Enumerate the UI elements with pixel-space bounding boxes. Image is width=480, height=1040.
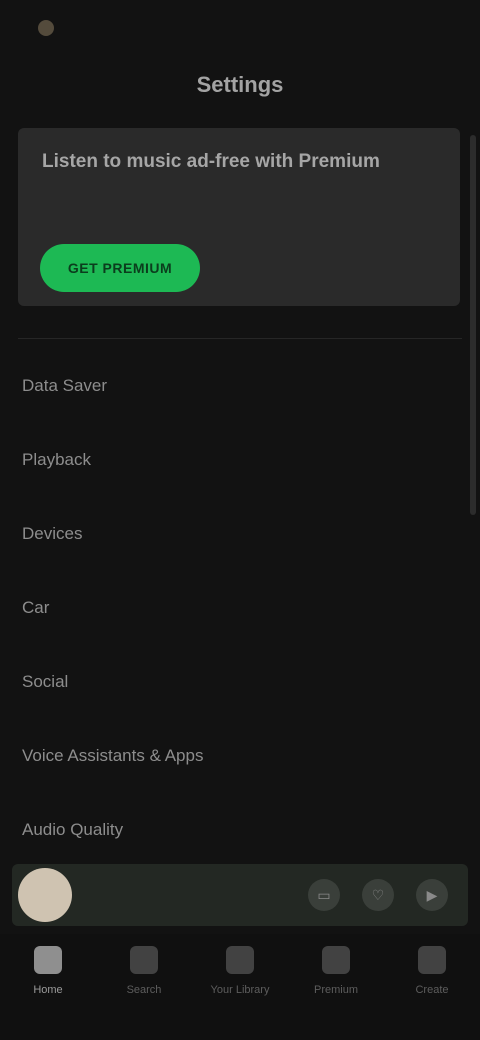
get-premium-button[interactable]: GET PREMIUM [40, 244, 200, 292]
nav-label: Premium [313, 984, 358, 996]
heart-icon[interactable]: ♡ [362, 879, 394, 911]
setting-title: Audio Quality [22, 820, 124, 839]
setting-row[interactable]: Data Saver [22, 358, 458, 428]
setting-row[interactable]: Voice Assistants & Apps [22, 728, 458, 798]
nav-create[interactable]: Create [384, 946, 480, 1026]
setting-title: Social [22, 672, 69, 691]
mini-player[interactable]: ▭ ♡ ▶ [12, 864, 468, 926]
setting-title: Playback [22, 450, 91, 469]
premium-headline: Listen to music ad-free with Premium [42, 151, 380, 172]
album-art[interactable] [18, 868, 72, 922]
devices-icon[interactable]: ▭ [308, 879, 340, 911]
nav-library[interactable]: Your Library [192, 946, 288, 1026]
search-icon [130, 946, 158, 974]
setting-title: Voice Assistants & Apps [22, 746, 204, 765]
setting-row[interactable]: Playback [22, 432, 458, 502]
premium-icon [322, 946, 350, 974]
nav-home[interactable]: Home [0, 946, 96, 1026]
divider [18, 338, 462, 339]
nav-search[interactable]: Search [96, 946, 192, 1026]
setting-title: Data Saver [22, 376, 108, 395]
page-title: Settings [196, 72, 284, 97]
nav-label: Home [33, 984, 63, 996]
scrollbar[interactable] [470, 135, 476, 515]
setting-title: Car [22, 598, 50, 617]
setting-title: Devices [22, 524, 83, 543]
setting-row[interactable]: Social [22, 654, 458, 724]
play-icon[interactable]: ▶ [416, 879, 448, 911]
nav-label: Create [415, 984, 449, 996]
bottom-nav: Home Search Your Library Premium Create [0, 934, 480, 1040]
setting-row[interactable]: Car [22, 580, 458, 650]
premium-card: Listen to music ad-free with Premium GET… [18, 128, 460, 306]
setting-row[interactable]: Devices [22, 506, 458, 576]
home-icon [34, 946, 62, 974]
nav-premium[interactable]: Premium [288, 946, 384, 1026]
library-icon [226, 946, 254, 974]
plus-icon [418, 946, 446, 974]
nav-label: Search [126, 984, 162, 996]
setting-row[interactable]: Audio Quality [22, 802, 458, 872]
status-bar [0, 0, 480, 56]
nav-label: Your Library [210, 984, 270, 996]
notification-icon [38, 20, 54, 36]
